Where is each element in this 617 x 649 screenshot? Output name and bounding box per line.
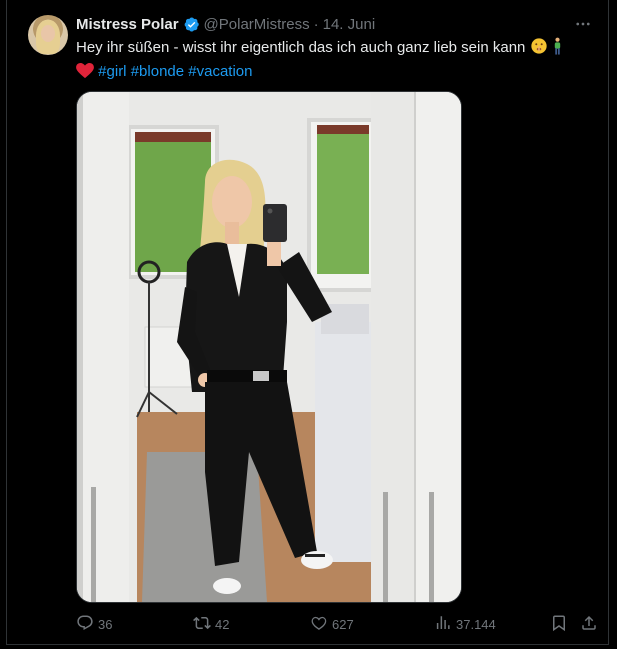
views-action[interactable]: 37.144 xyxy=(434,612,496,636)
more-options-icon[interactable] xyxy=(574,15,592,33)
tweet-header: Mistress Polar @PolarMistress · 14. Juni xyxy=(76,14,375,34)
share-action[interactable] xyxy=(580,612,598,636)
like-action[interactable]: 627 xyxy=(310,612,354,636)
verified-badge-icon xyxy=(183,16,200,33)
hashtag-vacation[interactable]: #vacation xyxy=(188,63,252,80)
views-count: 37.144 xyxy=(456,616,496,632)
bookmark-action[interactable] xyxy=(550,612,568,636)
person-standing-emoji-icon xyxy=(552,37,563,61)
bookmark-icon xyxy=(550,614,568,635)
tweet-text-line1: Hey ihr süßen - wisst ihr eigentlich das… xyxy=(76,39,526,56)
author-name[interactable]: Mistress Polar xyxy=(76,16,179,33)
tweet-text: Hey ihr süßen - wisst ihr eigentlich das… xyxy=(76,37,596,85)
views-chart-icon xyxy=(434,614,452,635)
like-count: 627 xyxy=(332,616,354,632)
tweet-image[interactable] xyxy=(76,91,462,603)
author-handle[interactable]: @PolarMistress xyxy=(204,16,310,33)
retweet-action[interactable]: 42 xyxy=(193,612,229,636)
avatar-face xyxy=(41,25,55,42)
share-icon xyxy=(580,614,598,635)
retweet-count: 42 xyxy=(215,616,230,632)
hashtag-blonde[interactable]: #blonde xyxy=(131,63,184,80)
mirror-selfie-photo xyxy=(77,92,461,602)
reply-icon xyxy=(76,614,94,635)
reply-count: 36 xyxy=(98,616,113,632)
tweet-card[interactable]: Mistress Polar @PolarMistress · 14. Juni… xyxy=(6,0,609,645)
reply-action[interactable]: 36 xyxy=(76,612,112,636)
separator-dot: · xyxy=(313,15,319,33)
retweet-icon xyxy=(193,614,211,635)
hashtag-girl[interactable]: #girl xyxy=(98,63,126,80)
avatar[interactable] xyxy=(28,15,68,55)
tweet-date[interactable]: 14. Juni xyxy=(323,16,376,33)
tweet-actions: 36 42 627 37.144 xyxy=(76,612,596,636)
heart-icon xyxy=(310,614,328,635)
red-heart-emoji-icon xyxy=(76,63,94,85)
shushing-face-emoji-icon xyxy=(530,37,548,61)
